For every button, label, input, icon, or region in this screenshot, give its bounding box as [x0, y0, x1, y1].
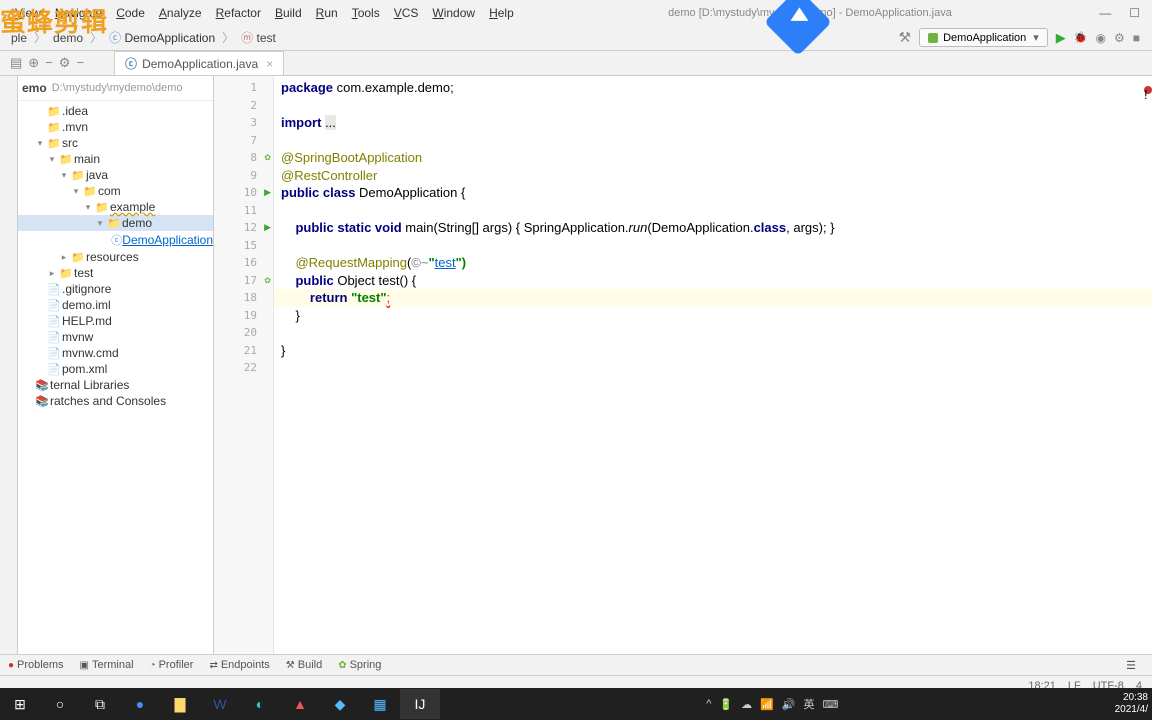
- left-gutter: [0, 76, 18, 654]
- build-icon[interactable]: ⚒: [899, 29, 912, 46]
- chrome-icon[interactable]: ●: [120, 689, 160, 719]
- tree-node[interactable]: 📄mvnw: [18, 329, 213, 345]
- tree-node[interactable]: 📄HELP.md: [18, 313, 213, 329]
- menu-help[interactable]: Help: [482, 3, 521, 23]
- tree-node[interactable]: 📁.idea: [18, 103, 213, 119]
- menu-window[interactable]: Window: [425, 3, 482, 23]
- tray-chevron-icon[interactable]: ^: [706, 698, 711, 710]
- tray-battery-icon[interactable]: 🔋: [719, 698, 733, 711]
- panel-build[interactable]: ⚒Build: [278, 659, 330, 671]
- menu-tools[interactable]: Tools: [345, 3, 387, 23]
- code-editor[interactable]: 12378✿910▶1112▶151617✿1819202122 ! packa…: [214, 76, 1152, 654]
- menu-vcs[interactable]: VCS: [387, 3, 426, 23]
- stop-icon[interactable]: ■: [1133, 31, 1140, 45]
- close-tab-icon[interactable]: ×: [266, 57, 273, 71]
- profile-icon[interactable]: ⚙: [1114, 31, 1125, 45]
- browser-icon[interactable]: ◐: [240, 689, 280, 719]
- titlebar: View Navigate Code Analyze Refactor Buil…: [0, 0, 1152, 25]
- tree-node[interactable]: ▸📁resources: [18, 249, 213, 265]
- tray-ime-icon[interactable]: ⌨: [823, 698, 839, 711]
- app-icon[interactable]: ▲: [280, 689, 320, 719]
- tray-volume-icon[interactable]: 🔊: [782, 698, 796, 711]
- tree-node[interactable]: 📁.mvn: [18, 119, 213, 135]
- panel-terminal[interactable]: ▣Terminal: [72, 659, 142, 671]
- settings-icon[interactable]: ⚙: [59, 55, 71, 71]
- code-area[interactable]: ! package com.example.demo; import ... @…: [274, 76, 1152, 654]
- tree-node[interactable]: ▾📁example: [18, 199, 213, 215]
- cortana-icon[interactable]: ○: [40, 689, 80, 719]
- bc-item[interactable]: ⓜ test: [238, 27, 279, 48]
- editor-tabs: ▤ ⊕ − ⚙ − ⓒ DemoApplication.java ×: [0, 51, 1152, 76]
- tree-node[interactable]: ▾📁main: [18, 151, 213, 167]
- tray-lang[interactable]: 英: [804, 696, 815, 712]
- select-opened-icon[interactable]: ⊕: [28, 55, 39, 71]
- minimize-icon[interactable]: —: [1099, 6, 1111, 20]
- tree-node[interactable]: 📄.gitignore: [18, 281, 213, 297]
- tray-wifi-icon[interactable]: 📶: [760, 698, 774, 711]
- taskbar[interactable]: ⊞ ○ ⧉ ● ▇ W ◐ ▲ ◆ ▦ IJ ^ 🔋 ☁ 📶 🔊 英 ⌨ 20:…: [0, 688, 1152, 720]
- gutter[interactable]: 12378✿910▶1112▶151617✿1819202122: [214, 76, 274, 654]
- tree-node[interactable]: ▾📁com: [18, 183, 213, 199]
- taskview-icon[interactable]: ⧉: [80, 689, 120, 719]
- app3-icon[interactable]: ▦: [360, 689, 400, 719]
- project-root[interactable]: emoD:\mystudy\mydemo\demo: [18, 76, 213, 101]
- menu-run[interactable]: Run: [309, 3, 345, 23]
- word-icon[interactable]: W: [200, 689, 240, 719]
- panel-problems[interactable]: ●Problems: [0, 659, 72, 671]
- tree-node[interactable]: ▾📁java: [18, 167, 213, 183]
- class-icon: ⓒ: [125, 55, 137, 72]
- start-icon[interactable]: ⊞: [0, 689, 40, 719]
- event-log-icon[interactable]: ☰: [1118, 659, 1144, 672]
- tree-node[interactable]: 📄demo.iml: [18, 297, 213, 313]
- taskbar-clock[interactable]: 20:38 2021/4/: [1115, 692, 1152, 716]
- tab-demoapplication[interactable]: ⓒ DemoApplication.java ×: [114, 51, 284, 75]
- bc-item[interactable]: ⓒ DemoApplication: [106, 27, 218, 48]
- tree-node[interactable]: ▾📁demo: [18, 215, 213, 231]
- maximize-icon[interactable]: ☐: [1129, 6, 1140, 20]
- hide-icon[interactable]: −: [76, 55, 84, 71]
- tree-node[interactable]: 📄pom.xml: [18, 361, 213, 377]
- app2-icon[interactable]: ◆: [320, 689, 360, 719]
- collapse-icon[interactable]: −: [45, 55, 53, 71]
- tree-node[interactable]: ▸📁test: [18, 265, 213, 281]
- menu-code[interactable]: Code: [109, 3, 152, 23]
- tree-node[interactable]: ⓒDemoApplication: [18, 231, 213, 249]
- run-icon[interactable]: ▶: [1056, 30, 1066, 46]
- tree-node[interactable]: 📚ternal Libraries: [18, 377, 213, 393]
- intellij-icon[interactable]: IJ: [400, 689, 440, 719]
- tool-window-bar: ●Problems ▣Terminal ◔Profiler ⇄Endpoints…: [0, 654, 1152, 675]
- menu-refactor[interactable]: Refactor: [209, 3, 268, 23]
- tray-cloud-icon[interactable]: ☁: [741, 698, 752, 711]
- panel-endpoints[interactable]: ⇄Endpoints: [201, 659, 277, 671]
- project-tool-icon[interactable]: ▤: [10, 55, 22, 71]
- nav-toolbar: ple 〉 demo 〉 ⓒ DemoApplication 〉 ⓜ test …: [0, 25, 1152, 51]
- panel-spring[interactable]: ✿Spring: [330, 659, 389, 671]
- debug-icon[interactable]: 🐞: [1074, 31, 1088, 44]
- watermark: 蜜蜂剪辑: [0, 2, 108, 39]
- menu-build[interactable]: Build: [268, 3, 309, 23]
- panel-profiler[interactable]: ◔Profiler: [142, 659, 202, 671]
- menu-analyze[interactable]: Analyze: [152, 3, 209, 23]
- coverage-icon[interactable]: ◉: [1096, 31, 1106, 45]
- run-config-selector[interactable]: DemoApplication: [919, 28, 1048, 47]
- error-indicator[interactable]: !: [1144, 86, 1152, 94]
- tree-node[interactable]: ▾📁src: [18, 135, 213, 151]
- tree-node[interactable]: 📄mvnw.cmd: [18, 345, 213, 361]
- tree-node[interactable]: 📚ratches and Consoles: [18, 393, 213, 409]
- explorer-icon[interactable]: ▇: [160, 689, 200, 719]
- project-tree[interactable]: emoD:\mystudy\mydemo\demo 📁.idea📁.mvn▾📁s…: [18, 76, 214, 654]
